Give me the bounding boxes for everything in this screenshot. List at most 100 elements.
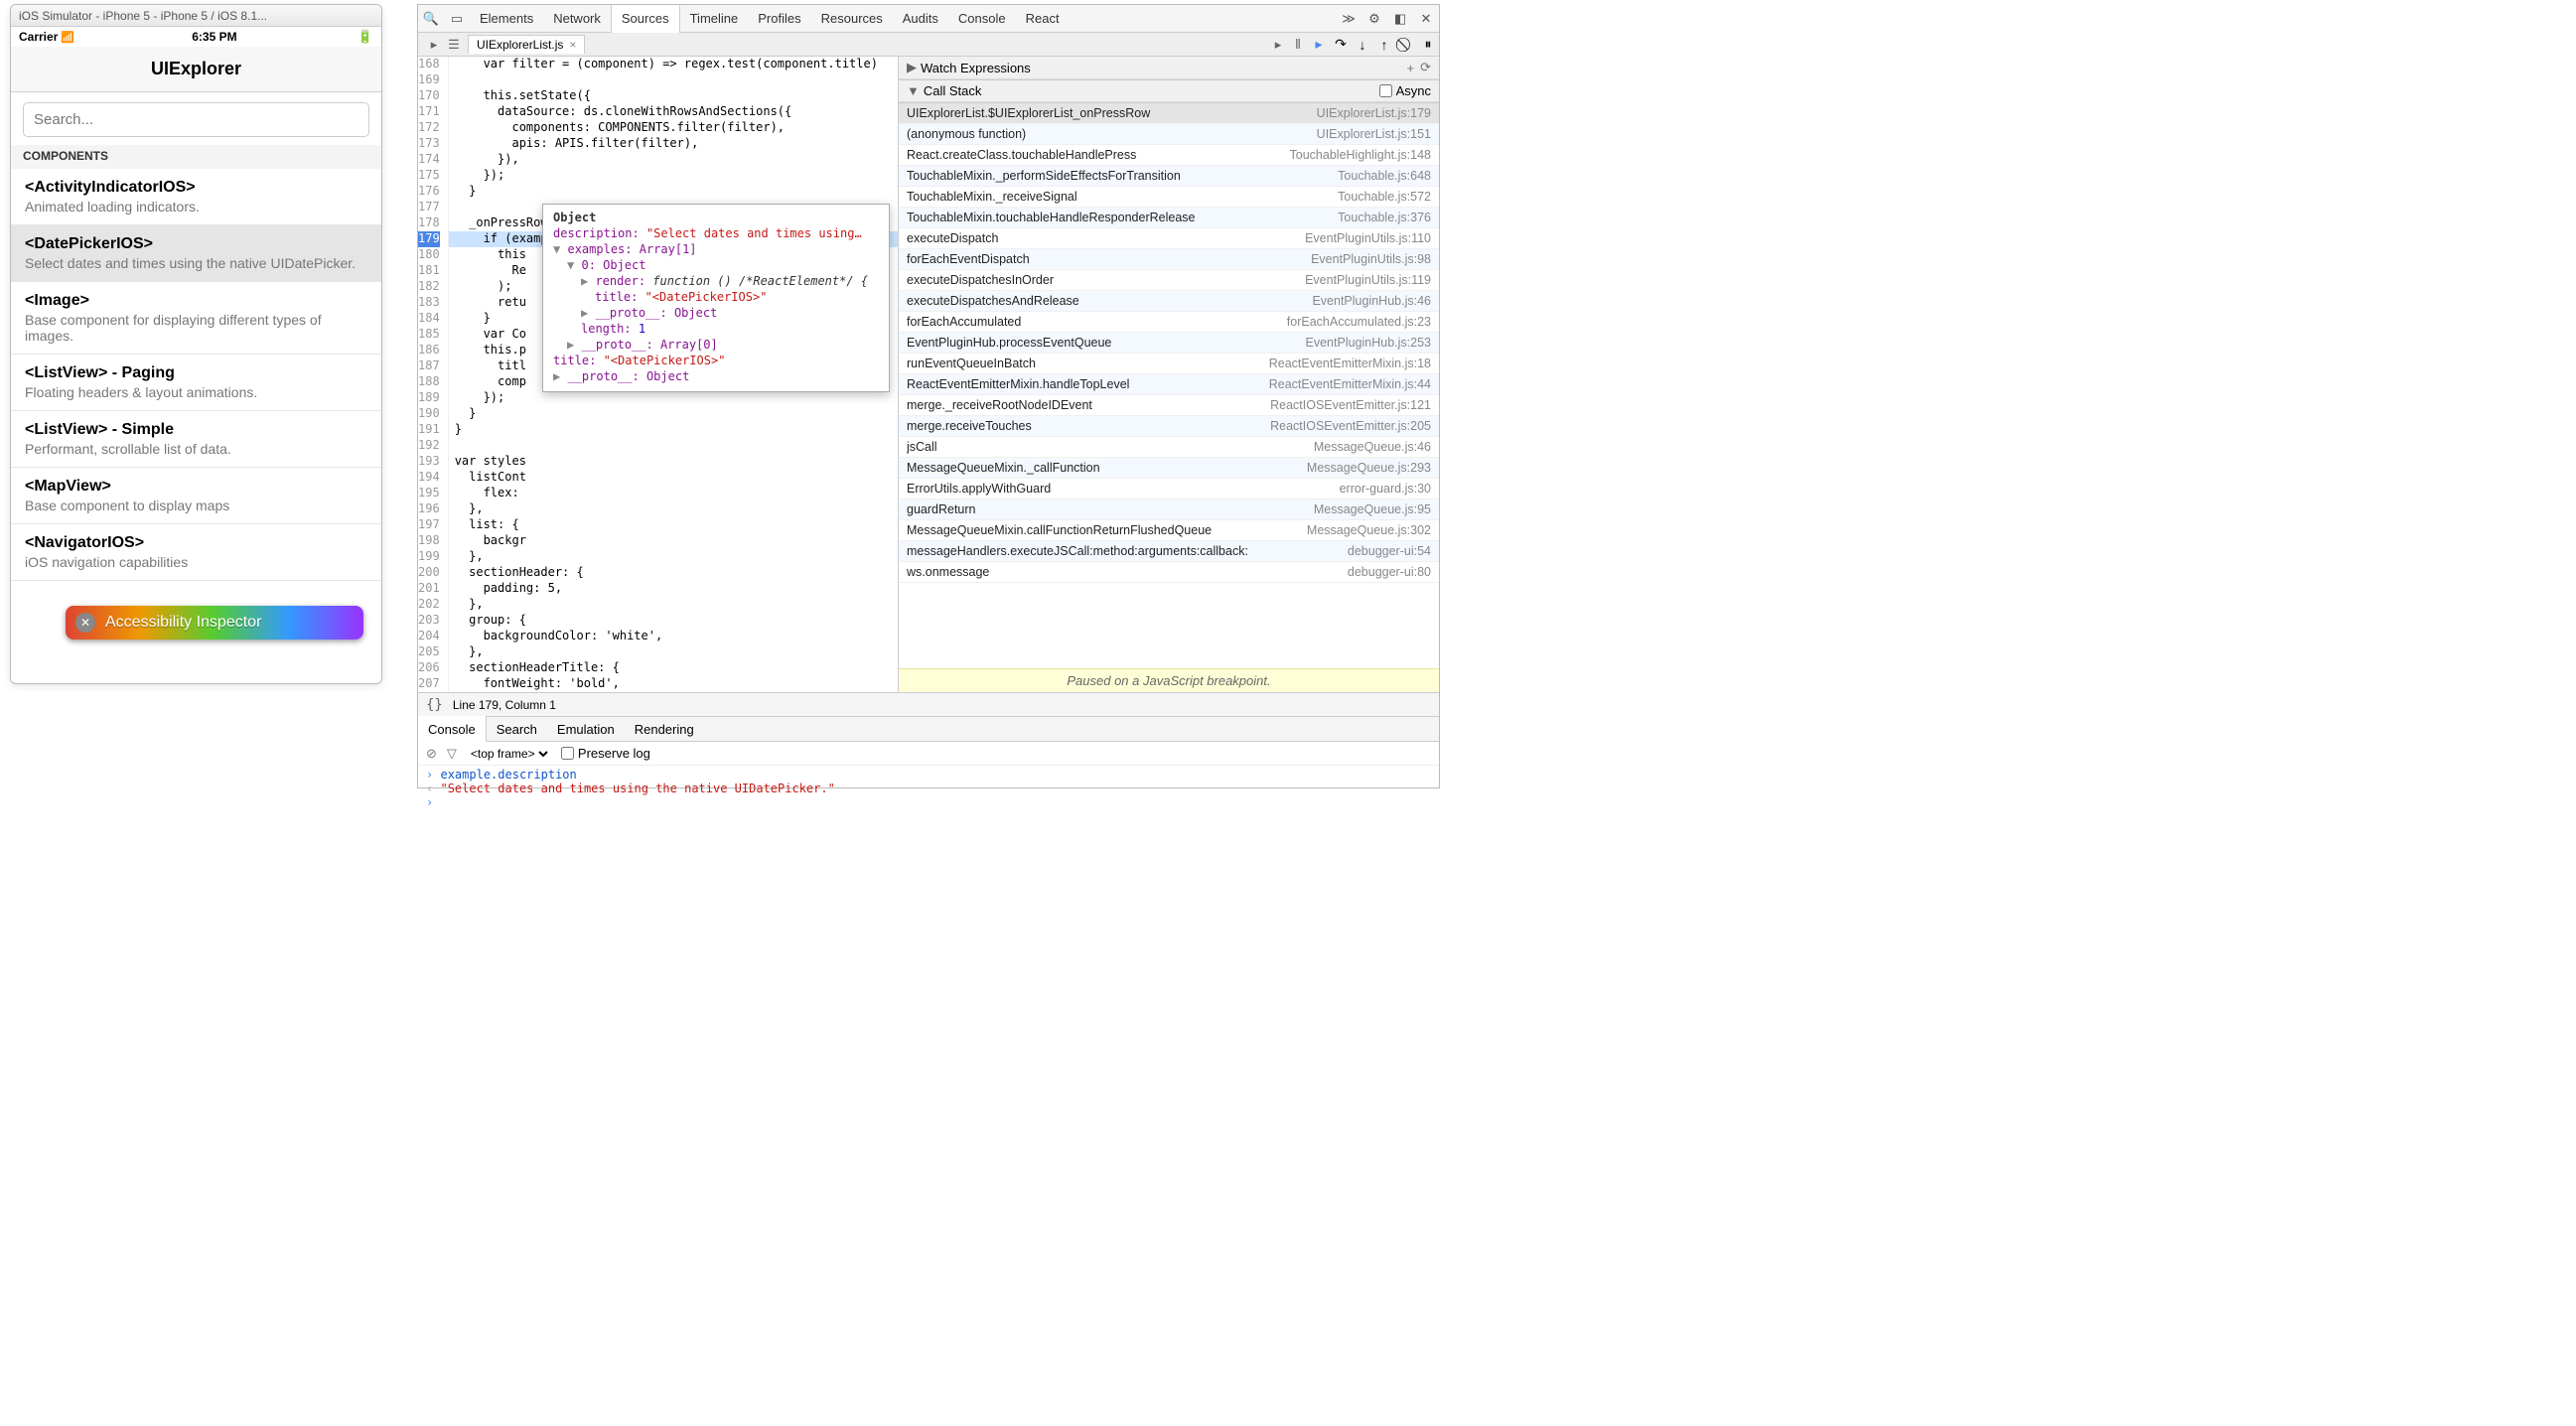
nav-list-icon[interactable]: ☰ xyxy=(444,37,464,53)
line-number[interactable]: 202 xyxy=(418,597,440,613)
code-line[interactable]: }, xyxy=(449,501,898,517)
list-item[interactable]: <NavigatorIOS>iOS navigation capabilitie… xyxy=(11,524,381,581)
code-line[interactable]: }, xyxy=(449,549,898,565)
callstack-frame[interactable]: executeDispatchesInOrderEventPluginUtils… xyxy=(899,270,1439,291)
drawer-tab-rendering[interactable]: Rendering xyxy=(625,716,704,742)
search-icon[interactable]: 🔍 xyxy=(418,11,444,27)
line-number[interactable]: 191 xyxy=(418,422,440,438)
line-number[interactable]: 193 xyxy=(418,454,440,470)
line-number[interactable]: 173 xyxy=(418,136,440,152)
tab-network[interactable]: Network xyxy=(543,5,611,33)
code-line[interactable]: var filter = (component) => regex.test(c… xyxy=(449,57,898,72)
line-number[interactable]: 180 xyxy=(418,247,440,263)
close-icon[interactable]: ✕ xyxy=(75,613,95,633)
line-number[interactable]: 176 xyxy=(418,184,440,200)
line-number[interactable]: 201 xyxy=(418,581,440,597)
console-output[interactable]: › example.description ‹ "Select dates an… xyxy=(418,766,1439,811)
expand-icon[interactable]: ▼ xyxy=(553,242,560,256)
tab-elements[interactable]: Elements xyxy=(470,5,543,33)
line-number[interactable]: 199 xyxy=(418,549,440,565)
clear-console-icon[interactable]: ⊘ xyxy=(426,746,437,762)
code-line[interactable]: flex: xyxy=(449,486,898,501)
refresh-watch-icon[interactable]: ⟳ xyxy=(1420,60,1431,75)
callstack-frame[interactable]: EventPluginHub.processEventQueueEventPlu… xyxy=(899,333,1439,354)
line-number[interactable]: 187 xyxy=(418,358,440,374)
callstack-frame[interactable]: MessageQueueMixin.callFunctionReturnFlus… xyxy=(899,520,1439,541)
step-over-icon[interactable]: ↷ xyxy=(1330,36,1352,53)
expand-icon[interactable]: ▶ xyxy=(567,338,574,352)
code-line[interactable]: } xyxy=(449,422,898,438)
code-editor[interactable]: 1681691701711721731741751761771781791801… xyxy=(418,57,898,692)
callstack-frame[interactable]: TouchableMixin.touchableHandleResponderR… xyxy=(899,208,1439,228)
line-number[interactable]: 184 xyxy=(418,311,440,327)
callstack-frame[interactable]: TouchableMixin._receiveSignalTouchable.j… xyxy=(899,187,1439,208)
line-number[interactable]: 188 xyxy=(418,374,440,390)
list-item[interactable]: <DatePickerIOS>Select dates and times us… xyxy=(11,225,381,282)
expand-icon[interactable]: ▶ xyxy=(907,60,917,75)
line-number[interactable]: 207 xyxy=(418,676,440,692)
code-line[interactable]: }, xyxy=(449,597,898,613)
code-line[interactable]: dataSource: ds.cloneWithRowsAndSections(… xyxy=(449,104,898,120)
callstack-frame[interactable]: forEachEventDispatchEventPluginUtils.js:… xyxy=(899,249,1439,270)
code-line[interactable]: group: { xyxy=(449,613,898,629)
code-line[interactable]: apis: APIS.filter(filter), xyxy=(449,136,898,152)
preserve-log-toggle[interactable]: Preserve log xyxy=(561,746,650,761)
run-snippet-icon[interactable]: ▸ xyxy=(1268,37,1288,53)
pretty-print-icon[interactable]: {} xyxy=(426,697,443,713)
line-number[interactable]: 185 xyxy=(418,327,440,343)
code-line[interactable]: listCont xyxy=(449,470,898,486)
add-watch-icon[interactable]: + xyxy=(1407,61,1415,75)
collapse-icon[interactable]: ▼ xyxy=(907,83,920,98)
line-number[interactable]: 178 xyxy=(418,215,440,231)
list-item[interactable]: <ListView> - SimplePerformant, scrollabl… xyxy=(11,411,381,468)
expand-icon[interactable]: ▶ xyxy=(581,274,588,288)
settings-icon[interactable]: ⚙ xyxy=(1361,11,1387,27)
line-number[interactable]: 183 xyxy=(418,295,440,311)
code-line[interactable]: sectionHeader: { xyxy=(449,565,898,581)
drawer-toggle-icon[interactable]: ≫ xyxy=(1336,11,1361,27)
callstack-frame[interactable]: jsCallMessageQueue.js:46 xyxy=(899,437,1439,458)
code-line[interactable]: }), xyxy=(449,152,898,168)
line-number[interactable]: 171 xyxy=(418,104,440,120)
dock-icon[interactable]: ◧ xyxy=(1387,11,1413,27)
line-number[interactable]: 181 xyxy=(418,263,440,279)
tab-sources[interactable]: Sources xyxy=(611,5,680,33)
line-number[interactable]: 197 xyxy=(418,517,440,533)
line-number[interactable]: 200 xyxy=(418,565,440,581)
deactivate-breakpoints-icon[interactable]: ⃠ xyxy=(1395,36,1417,53)
code-line[interactable]: this.setState({ xyxy=(449,88,898,104)
resume-icon[interactable]: ▸ xyxy=(1308,36,1330,53)
callstack-frame[interactable]: (anonymous function)UIExplorerList.js:15… xyxy=(899,124,1439,145)
watch-expressions-header[interactable]: ▶ Watch Expressions + ⟳ xyxy=(899,57,1439,79)
accessibility-inspector-badge[interactable]: ✕ Accessibility Inspector xyxy=(66,606,363,640)
code-line[interactable]: list: { xyxy=(449,517,898,533)
callstack-frame[interactable]: ws.onmessagedebugger-ui:80 xyxy=(899,562,1439,583)
line-number[interactable]: 168 xyxy=(418,57,440,72)
code-line[interactable]: sectionHeaderTitle: { xyxy=(449,660,898,676)
callstack-frame[interactable]: merge._receiveRootNodeIDEventReactIOSEve… xyxy=(899,395,1439,416)
step-out-icon[interactable]: ↑ xyxy=(1373,37,1395,53)
tab-react[interactable]: React xyxy=(1016,5,1070,33)
drawer-tab-emulation[interactable]: Emulation xyxy=(547,716,625,742)
callstack-frame[interactable]: ErrorUtils.applyWithGuarderror-guard.js:… xyxy=(899,479,1439,499)
line-number[interactable]: 190 xyxy=(418,406,440,422)
line-number[interactable]: 192 xyxy=(418,438,440,454)
callstack-frame[interactable]: TouchableMixin._performSideEffectsForTra… xyxy=(899,166,1439,187)
code-line[interactable]: }, xyxy=(449,644,898,660)
callstack-frame[interactable]: executeDispatchesAndReleaseEventPluginHu… xyxy=(899,291,1439,312)
line-number[interactable]: 175 xyxy=(418,168,440,184)
callstack-frame[interactable]: forEachAccumulatedforEachAccumulated.js:… xyxy=(899,312,1439,333)
callstack-frame[interactable]: executeDispatchEventPluginUtils.js:110 xyxy=(899,228,1439,249)
tab-audits[interactable]: Audits xyxy=(893,5,948,33)
list-item[interactable]: <ListView> - PagingFloating headers & la… xyxy=(11,355,381,411)
filter-icon[interactable]: ▽ xyxy=(447,746,457,762)
close-file-icon[interactable]: × xyxy=(569,38,576,52)
drawer-tab-search[interactable]: Search xyxy=(487,716,547,742)
code-line[interactable]: }); xyxy=(449,390,898,406)
device-mode-icon[interactable]: ▭ xyxy=(444,11,470,27)
callstack-frame[interactable]: merge.receiveTouchesReactIOSEventEmitter… xyxy=(899,416,1439,437)
close-icon[interactable]: ✕ xyxy=(1413,11,1439,27)
line-number[interactable]: 170 xyxy=(418,88,440,104)
step-into-icon[interactable]: ↓ xyxy=(1352,37,1373,53)
code-line[interactable]: components: COMPONENTS.filter(filter), xyxy=(449,120,898,136)
